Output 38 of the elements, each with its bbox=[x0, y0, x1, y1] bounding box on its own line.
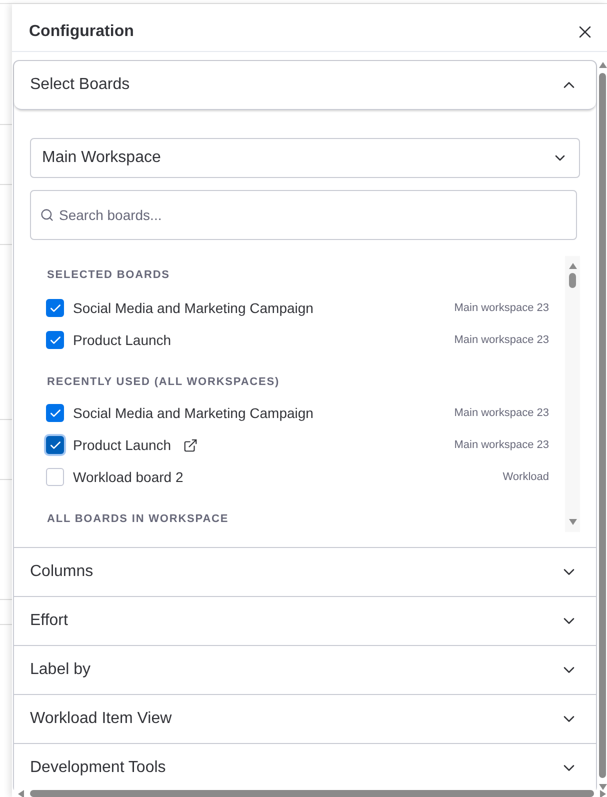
board-name: Social Media and Marketing Campaign bbox=[73, 300, 314, 316]
checkbox[interactable] bbox=[46, 404, 64, 422]
scroll-left-arrow-icon[interactable] bbox=[18, 790, 24, 797]
board-name: Product Launch bbox=[73, 332, 172, 348]
workspace-dropdown[interactable]: Main Workspace bbox=[30, 138, 580, 178]
scroll-down-arrow-icon[interactable] bbox=[598, 784, 606, 790]
scroll-right-arrow-icon[interactable] bbox=[600, 790, 606, 797]
group-heading: ALL BOARDS IN WORKSPACE bbox=[46, 512, 230, 527]
external-link-icon[interactable] bbox=[183, 438, 198, 452]
board-name: Social Media and Marketing Campaign bbox=[73, 405, 314, 421]
workspace-label: Main workspace 23 bbox=[454, 334, 549, 346]
scrollbar-thumb[interactable] bbox=[569, 273, 576, 288]
board-name: Workload board 2 bbox=[73, 469, 184, 485]
group-heading: RECENTLY USED (ALL WORKSPACES) bbox=[46, 375, 281, 390]
accordion-header[interactable]: Select Boards bbox=[14, 61, 596, 110]
scrollbar-thumb[interactable] bbox=[30, 790, 594, 797]
scroll-down-arrow-icon[interactable] bbox=[568, 519, 576, 525]
board-name: Product Launch bbox=[73, 437, 172, 453]
workspace-label: Main workspace 23 bbox=[454, 407, 549, 419]
check-icon bbox=[48, 302, 62, 314]
search-icon bbox=[40, 208, 54, 222]
checkbox[interactable] bbox=[46, 299, 64, 317]
scrollbar-thumb[interactable] bbox=[599, 73, 606, 778]
checkbox[interactable] bbox=[44, 434, 66, 456]
check-icon bbox=[48, 406, 62, 420]
workspace-label: Main workspace 23 bbox=[454, 302, 549, 314]
scrollbar-track[interactable] bbox=[565, 256, 580, 532]
scroll-up-arrow-icon[interactable] bbox=[568, 263, 576, 269]
checkbox[interactable] bbox=[46, 331, 64, 349]
workspace-label: Main workspace 23 bbox=[454, 439, 549, 451]
scroll-up-arrow-icon[interactable] bbox=[598, 62, 606, 68]
workspace-label: Workload bbox=[502, 471, 549, 483]
panel-title: Configuration bbox=[29, 22, 134, 40]
search-field[interactable]: Search boards... bbox=[30, 190, 577, 240]
checkbox[interactable] bbox=[46, 468, 64, 486]
check-icon bbox=[48, 334, 62, 346]
check-icon bbox=[48, 438, 62, 452]
group-heading: SELECTED BOARDS bbox=[46, 268, 171, 283]
